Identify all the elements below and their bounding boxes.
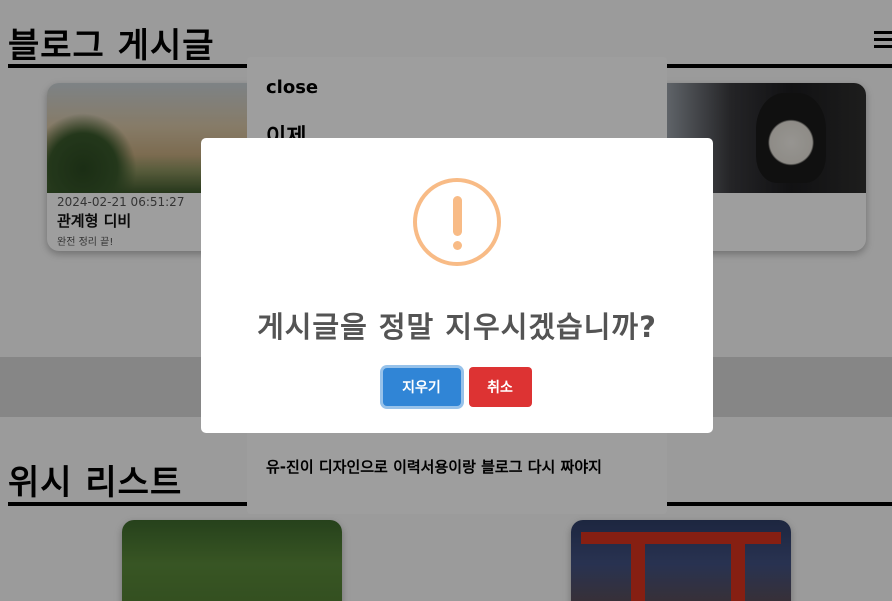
warning-icon <box>413 178 501 266</box>
delete-confirm-dialog: 게시글을 정말 지우시겠습니까? 지우기 취소 <box>201 138 713 433</box>
cancel-button[interactable]: 취소 <box>468 367 532 407</box>
dialog-actions: 지우기 취소 <box>201 367 713 407</box>
dialog-message: 게시글을 정말 지우시겠습니까? <box>257 310 657 344</box>
delete-confirm-button[interactable]: 지우기 <box>382 368 461 406</box>
